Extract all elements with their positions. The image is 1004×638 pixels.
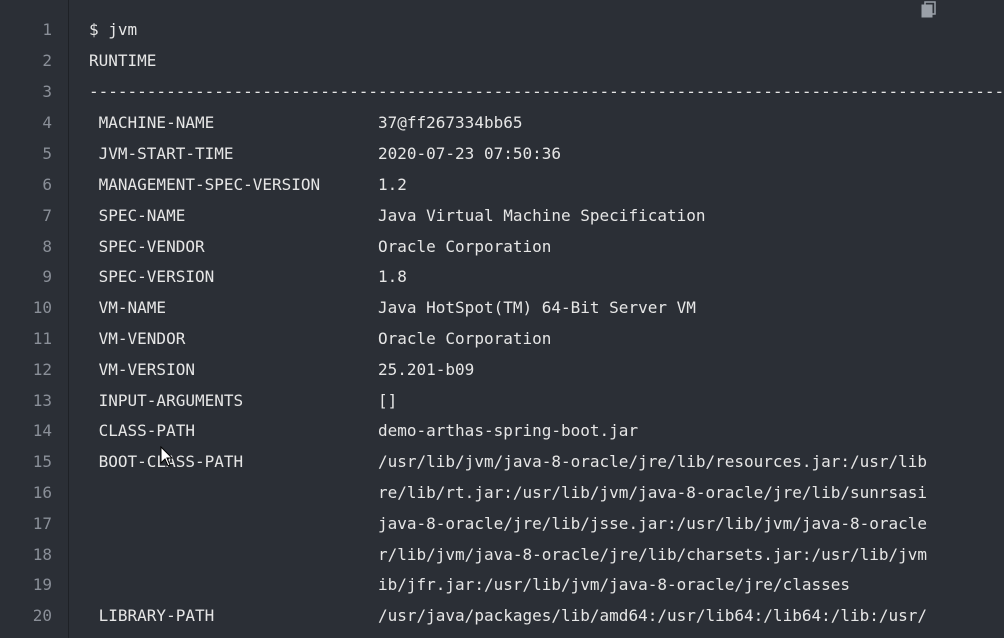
- line-number: 4: [42, 113, 52, 132]
- line-number: 6: [42, 175, 52, 194]
- line-number: 5: [42, 144, 52, 163]
- code-line: SPEC-VENDOR Oracle Corporation: [89, 237, 552, 256]
- code-line: VM-VERSION 25.201-b09: [89, 360, 475, 379]
- code-line: $ jvm: [89, 20, 138, 39]
- code-line: CLASS-PATH demo-arthas-spring-boot.jar: [89, 421, 639, 440]
- line-number: 13: [32, 391, 52, 410]
- code-block: 1 2 3 4 5 6 7 8 9 10 11 12 13 14 15 16 1…: [0, 0, 1004, 638]
- code-line: SPEC-NAME Java Virtual Machine Specifica…: [89, 206, 706, 225]
- line-number: 19: [32, 575, 52, 594]
- line-number: 14: [32, 421, 52, 440]
- code-line: VM-NAME Java HotSpot(TM) 64-Bit Server V…: [89, 298, 696, 317]
- line-number: 1: [42, 20, 52, 39]
- line-number: 16: [32, 483, 52, 502]
- line-number: 18: [32, 545, 52, 564]
- code-line: java-8-oracle/jre/lib/jsse.jar:/usr/lib/…: [89, 514, 928, 533]
- code-line: SPEC-VERSION 1.8: [89, 267, 407, 286]
- code-line: MANAGEMENT-SPEC-VERSION 1.2: [89, 175, 407, 194]
- code-line: INPUT-ARGUMENTS []: [89, 391, 398, 410]
- code-line: JVM-START-TIME 2020-07-23 07:50:36: [89, 144, 562, 163]
- line-number: 17: [32, 514, 52, 533]
- code-content[interactable]: $ jvm RUNTIME --------------------------…: [69, 0, 1004, 638]
- line-number: 2: [42, 51, 52, 70]
- code-line: ib/jfr.jar:/usr/lib/jvm/java-8-oracle/jr…: [89, 575, 850, 594]
- line-number: 15: [32, 452, 52, 471]
- line-number: 10: [32, 298, 52, 317]
- code-line: MACHINE-NAME 37@ff267334bb65: [89, 113, 523, 132]
- line-number: 11: [32, 329, 52, 348]
- line-number: 20: [32, 606, 52, 625]
- line-number: 8: [42, 237, 52, 256]
- line-number-gutter: 1 2 3 4 5 6 7 8 9 10 11 12 13 14 15 16 1…: [0, 0, 69, 638]
- code-line: r/lib/jvm/java-8-oracle/jre/lib/charsets…: [89, 545, 928, 564]
- line-number: 12: [32, 360, 52, 379]
- copy-icon[interactable]: [920, 1, 938, 19]
- line-number: 7: [42, 206, 52, 225]
- code-line: ----------------------------------------…: [89, 82, 1004, 101]
- line-number: 3: [42, 82, 52, 101]
- line-number: 9: [42, 267, 52, 286]
- code-line: re/lib/rt.jar:/usr/lib/jvm/java-8-oracle…: [89, 483, 928, 502]
- code-line: BOOT-CLASS-PATH /usr/lib/jvm/java-8-orac…: [89, 452, 928, 471]
- code-line: LIBRARY-PATH /usr/java/packages/lib/amd6…: [89, 606, 928, 625]
- code-line: RUNTIME: [89, 51, 157, 70]
- code-line: VM-VENDOR Oracle Corporation: [89, 329, 552, 348]
